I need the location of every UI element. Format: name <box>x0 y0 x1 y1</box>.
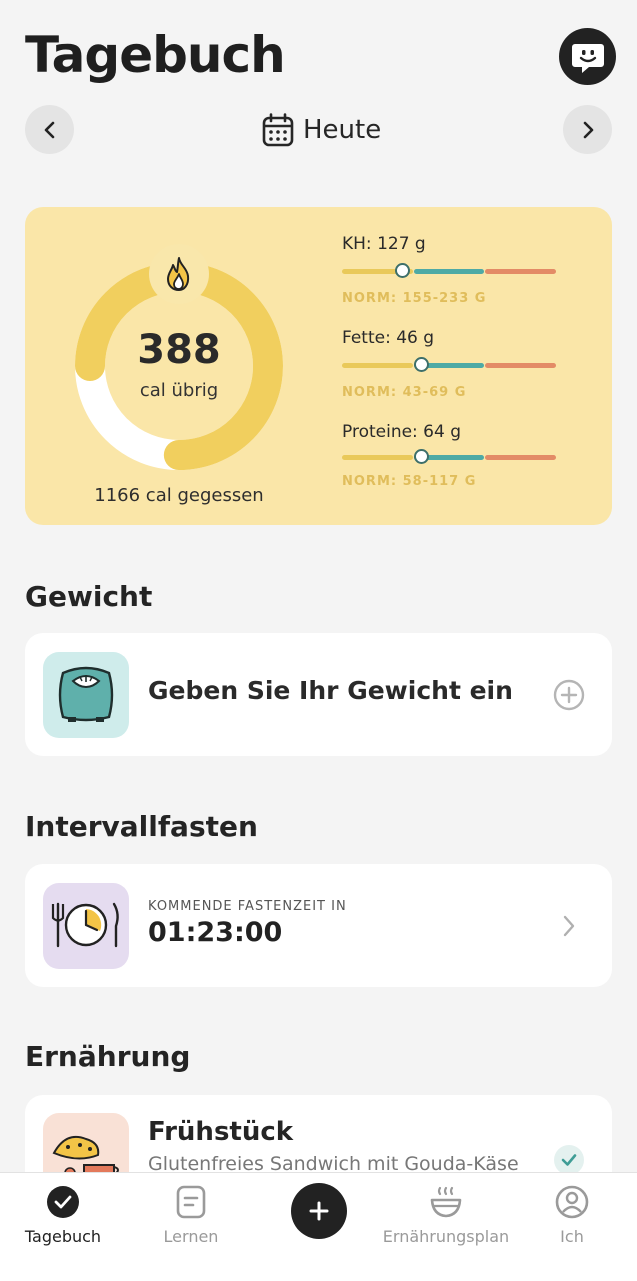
protein-label: Proteine: 64 g <box>342 422 462 442</box>
fat-bar <box>342 357 556 372</box>
tab-label: Ernährungsplan <box>382 1227 510 1246</box>
protein-norm: NORM: 58-117 G <box>342 474 477 489</box>
calendar-icon <box>262 113 294 147</box>
document-icon <box>176 1185 206 1219</box>
carbs-bar <box>342 263 556 278</box>
protein-bar <box>342 449 556 464</box>
chevron-right-icon <box>563 915 575 937</box>
calories-eaten-label: 1166 cal gegessen <box>94 485 264 506</box>
weight-tile <box>43 652 129 738</box>
carbs-label: KH: 127 g <box>342 234 426 254</box>
chevron-left-icon <box>44 121 54 138</box>
bar-segment-high <box>485 363 556 368</box>
page-title: Tagebuch <box>25 26 286 84</box>
fat-label: Fette: 46 g <box>342 328 435 348</box>
plus-circle-icon <box>553 679 585 711</box>
meal-title: Frühstück <box>148 1117 294 1147</box>
bowl-icon <box>430 1186 462 1218</box>
chat-smiley-icon <box>571 43 604 73</box>
plus-icon <box>309 1201 329 1221</box>
tab-lernen[interactable]: Lernen <box>141 1173 241 1281</box>
bar-segment-high <box>485 269 556 274</box>
profile-icon <box>555 1185 589 1219</box>
bar-segment-low <box>342 455 413 460</box>
calories-remaining-label: cal übrig <box>139 380 219 401</box>
enter-weight-text: Geben Sie Ihr Gewicht ein <box>148 676 513 705</box>
tab-ernaehrungsplan[interactable]: Ernährungsplan <box>380 1173 512 1281</box>
upcoming-fast-label: KOMMENDE FASTENZEIT IN <box>148 899 347 914</box>
fasting-chevron[interactable] <box>560 914 578 942</box>
check-icon <box>561 1154 577 1166</box>
chevron-right-icon <box>583 121 593 138</box>
bar-knob <box>394 263 410 278</box>
previous-day-button[interactable] <box>25 105 74 154</box>
flame-badge <box>149 244 209 304</box>
add-weight-button[interactable] <box>553 679 585 715</box>
chat-button[interactable] <box>559 28 616 85</box>
tab-ich[interactable]: Ich <box>532 1173 612 1281</box>
tab-label: Lernen <box>163 1227 219 1246</box>
date-selector[interactable]: Heute <box>262 111 381 149</box>
bar-segment-low <box>342 363 413 368</box>
plate-clock-icon <box>51 902 119 948</box>
weight-section-title: Gewicht <box>25 580 153 613</box>
scale-icon <box>58 666 114 722</box>
bar-segment-norm <box>413 269 485 274</box>
flame-icon <box>167 257 190 291</box>
fasting-section-title: Intervallfasten <box>25 810 258 843</box>
upcoming-fast-time: 01:23:00 <box>148 917 283 948</box>
fasting-tile <box>43 883 129 969</box>
meal-done-check[interactable] <box>554 1145 584 1175</box>
date-label: Heute <box>303 115 382 145</box>
nutrition-section-title: Ernährung <box>25 1040 191 1073</box>
add-entry-button[interactable] <box>291 1183 347 1239</box>
check-circle-icon <box>47 1186 79 1218</box>
tab-tagebuch[interactable]: Tagebuch <box>14 1173 112 1281</box>
tab-label: Ich <box>560 1227 584 1246</box>
calories-remaining-value: 388 <box>137 327 221 373</box>
tab-label: Tagebuch <box>24 1227 102 1246</box>
fat-norm: NORM: 43-69 G <box>342 385 467 400</box>
bar-segment-high <box>485 455 556 460</box>
next-day-button[interactable] <box>563 105 612 154</box>
carbs-norm: NORM: 155-233 G <box>342 291 487 306</box>
